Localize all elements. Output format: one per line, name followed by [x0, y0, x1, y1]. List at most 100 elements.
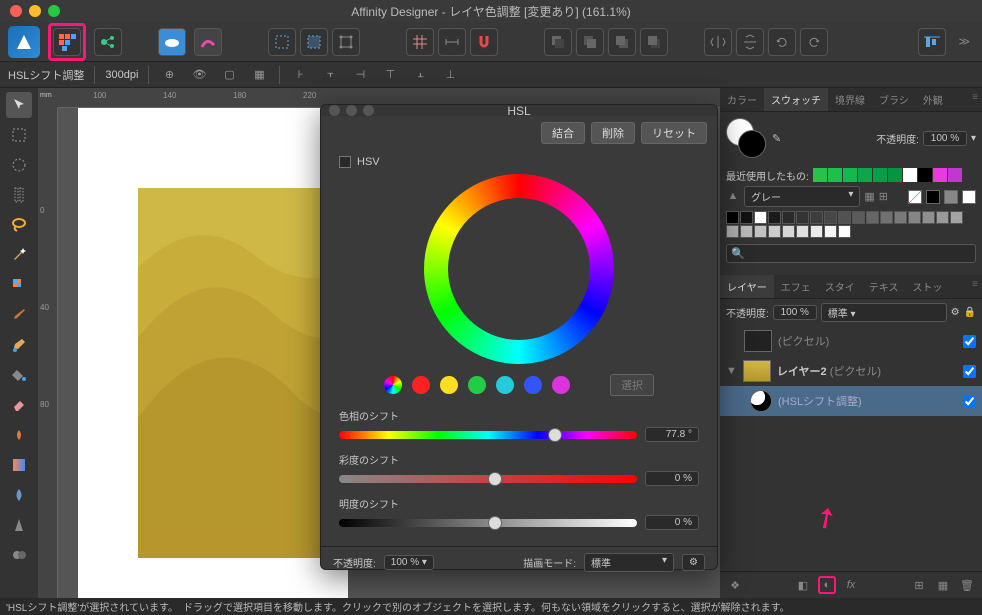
dialog-close[interactable] [329, 105, 340, 116]
add-layer-icon[interactable]: ⊞ [910, 576, 928, 594]
grey-swatch[interactable] [796, 225, 809, 238]
grey-swatch[interactable] [880, 211, 893, 224]
window-minimize[interactable] [29, 5, 41, 17]
fill-tool[interactable] [6, 362, 32, 388]
paint-brush-tool[interactable] [6, 332, 32, 358]
erase-tool[interactable] [6, 392, 32, 418]
color-dot-red[interactable] [412, 376, 430, 394]
autocorrect-button[interactable] [194, 28, 222, 56]
fill-stroke-swatch[interactable] [726, 118, 766, 158]
layer-visibility-checkbox[interactable] [963, 335, 976, 348]
grey-swatch[interactable] [740, 225, 753, 238]
sat-value[interactable]: 0 % [645, 471, 699, 486]
grey-swatch[interactable] [950, 211, 963, 224]
blend-mode-dropdown[interactable]: 標準 ▾ [821, 303, 947, 322]
sharpen-tool[interactable] [6, 512, 32, 538]
grey-swatch[interactable] [754, 225, 767, 238]
tab-layers[interactable]: レイヤー [720, 275, 774, 298]
grey-swatch[interactable] [922, 211, 935, 224]
recent-swatch[interactable] [933, 168, 947, 182]
color-dot-yellow[interactable] [440, 376, 458, 394]
pixel-persona-button[interactable] [53, 28, 81, 56]
color-wheel[interactable] [424, 174, 614, 364]
window-maximize[interactable] [48, 5, 60, 17]
window-close[interactable] [10, 5, 22, 17]
ellipse-marquee-tool[interactable] [6, 152, 32, 178]
rotate-ccw-button[interactable] [768, 28, 796, 56]
recent-swatch[interactable] [948, 168, 962, 182]
recent-swatch[interactable] [858, 168, 872, 182]
dialog-maximize[interactable] [363, 105, 374, 116]
align-right-icon[interactable]: ⊣ [350, 65, 370, 85]
cloud-button[interactable] [158, 28, 186, 56]
align-center-h-icon[interactable]: ⫟ [320, 65, 340, 85]
expand-icon[interactable]: ▼ [726, 365, 737, 377]
grey-swatch[interactable] [726, 225, 739, 238]
grey-swatch[interactable] [768, 225, 781, 238]
ruler-vertical[interactable]: 0 40 80 [38, 108, 58, 598]
grey-swatch[interactable] [768, 211, 781, 224]
tab-swatches[interactable]: スウォッチ [764, 88, 828, 111]
grid-icon[interactable]: ▦ [249, 65, 269, 85]
snap-button[interactable] [470, 28, 498, 56]
dialog-blend-dropdown[interactable]: 標準 ▾ [584, 553, 674, 572]
dialog-titlebar[interactable]: HSL [321, 105, 717, 116]
align-middle-icon[interactable]: ⫠ [410, 65, 430, 85]
arrange-front-button[interactable] [640, 28, 668, 56]
brush-tool[interactable] [6, 302, 32, 328]
recent-swatch[interactable] [828, 168, 842, 182]
grey-swatch[interactable] [838, 225, 851, 238]
hsv-checkbox[interactable] [339, 156, 351, 168]
recent-swatch[interactable] [888, 168, 902, 182]
grey-swatch[interactable] [810, 225, 823, 238]
grey-swatch[interactable] [796, 211, 809, 224]
layer-visibility-checkbox[interactable] [963, 365, 976, 378]
grey-swatch[interactable] [894, 211, 907, 224]
grid-button[interactable] [406, 28, 434, 56]
grey-swatch[interactable] [740, 211, 753, 224]
fx-icon[interactable]: fx [842, 576, 860, 594]
layer-opacity-value[interactable]: 100 % [773, 305, 817, 320]
delete-button[interactable]: 削除 [591, 122, 635, 144]
color-dot-all[interactable] [384, 376, 402, 394]
panel-menu-icon[interactable]: ≡ [968, 88, 982, 111]
reset-button[interactable]: リセット [641, 122, 707, 144]
grey-swatch[interactable] [936, 211, 949, 224]
grey-swatch[interactable] [754, 211, 767, 224]
grey-swatch[interactable] [726, 211, 739, 224]
magic-wand-tool[interactable] [6, 242, 32, 268]
adjustments-icon[interactable]: ◐ [818, 576, 836, 594]
search-input[interactable] [749, 248, 971, 259]
recent-swatch[interactable] [873, 168, 887, 182]
snap-dist-button[interactable] [438, 28, 466, 56]
blur-tool[interactable] [6, 482, 32, 508]
layer-row-adjustment[interactable]: (HSLシフト調整) [720, 386, 982, 416]
gear-icon[interactable]: ⚙ [951, 307, 960, 318]
eye-icon[interactable]: 👁 [189, 65, 209, 85]
add-swatch-icon[interactable]: ⊞ [879, 190, 888, 203]
grey-swatch[interactable] [838, 211, 851, 224]
recent-swatch[interactable] [918, 168, 932, 182]
flip-v-button[interactable] [736, 28, 764, 56]
grey-swatch[interactable] [852, 211, 865, 224]
sat-slider[interactable] [339, 475, 637, 483]
canvas[interactable] [78, 108, 348, 598]
selection-add-button[interactable] [300, 28, 328, 56]
selection-brush-tool[interactable] [6, 272, 32, 298]
none-swatch[interactable] [908, 190, 922, 204]
mask-icon[interactable]: ◧ [794, 576, 812, 594]
tab-appearance[interactable]: 外観 [916, 88, 950, 111]
flip-h-button[interactable] [704, 28, 732, 56]
layers-stack-icon[interactable]: ❖ [726, 576, 744, 594]
arrange-back-button[interactable] [544, 28, 572, 56]
color-dot-cyan[interactable] [496, 376, 514, 394]
tab-stock[interactable]: ストッ [905, 275, 949, 298]
target-icon[interactable]: ⊕ [159, 65, 179, 85]
color-dot-green[interactable] [468, 376, 486, 394]
hue-value[interactable]: 77.8 ° [645, 427, 699, 442]
recent-swatch[interactable] [813, 168, 827, 182]
dialog-minimize[interactable] [346, 105, 357, 116]
rotate-cw-button[interactable] [800, 28, 828, 56]
toolbar-overflow-icon[interactable]: ≫ [954, 31, 974, 52]
recent-swatch[interactable] [903, 168, 917, 182]
